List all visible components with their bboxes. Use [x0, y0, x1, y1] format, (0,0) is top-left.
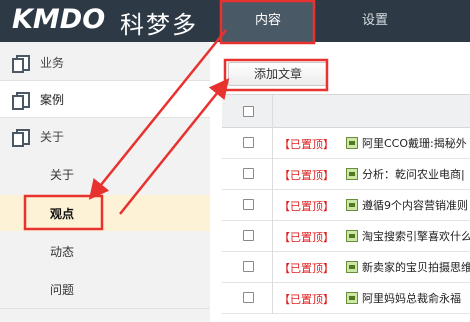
- pinned-tag: 【已置顶】: [279, 138, 334, 151]
- column-divider: [272, 283, 273, 314]
- add-article-button[interactable]: 添加文章: [228, 62, 328, 86]
- divider: [0, 308, 210, 309]
- tab-more[interactable]: [430, 0, 470, 42]
- column-divider: [272, 159, 273, 190]
- column-divider: [272, 221, 273, 252]
- sidebar: 业务 案例 关于 关于 观点 动态 问题: [0, 42, 210, 322]
- sidebar-subitem-label: 观点: [50, 207, 75, 221]
- article-title-link[interactable]: 遵循9个内容营销准则: [362, 197, 470, 213]
- pinned-tag: 【已置顶】: [279, 231, 334, 244]
- logo: KMDO 科梦多: [0, 0, 212, 42]
- article-image-icon: [346, 261, 358, 273]
- sidebar-item-about-section[interactable]: 关于: [0, 118, 210, 154]
- table-row[interactable]: 【已置顶】 阿里妈妈总裁俞永福: [222, 283, 470, 314]
- sidebar-item-cases[interactable]: 案例: [0, 81, 210, 117]
- table-row[interactable]: 【已置顶】 分析：乾问农业电商|: [222, 159, 470, 190]
- article-title-link[interactable]: 新卖家的宝贝拍摄思维: [362, 259, 470, 275]
- app-window: KMDO 科梦多 内容 设置 业务 案例 关于 关于 观点 动态 问题 添加文章…: [0, 0, 470, 322]
- sidebar-subitem-questions[interactable]: 问题: [0, 271, 210, 307]
- tab-content[interactable]: 内容: [222, 0, 314, 42]
- table-row[interactable]: 【已置顶】 淘宝搜索引擎喜欢什么: [222, 221, 470, 252]
- row-checkbox[interactable]: [243, 168, 254, 179]
- select-all-checkbox[interactable]: [243, 106, 254, 117]
- sidebar-item-label: 业务: [40, 56, 65, 70]
- document-icon: [12, 129, 30, 147]
- pinned-tag: 【已置顶】: [279, 293, 334, 306]
- article-title-link[interactable]: 淘宝搜索引擎喜欢什么: [362, 228, 470, 244]
- row-checkbox[interactable]: [243, 230, 254, 241]
- logo-brand-text: KMDO: [12, 4, 106, 35]
- column-divider: [272, 128, 273, 159]
- article-image-icon: [346, 292, 358, 304]
- column-divider: [272, 252, 273, 283]
- sidebar-item-label: 案例: [40, 93, 65, 107]
- column-divider: [272, 190, 273, 221]
- sidebar-subitem-label: 动态: [50, 245, 75, 259]
- article-title-link[interactable]: 阿里妈妈总裁俞永福: [362, 290, 470, 306]
- pinned-tag: 【已置顶】: [279, 262, 334, 275]
- article-title-link[interactable]: 阿里CCO戴珊:揭秘外: [362, 135, 470, 151]
- pinned-tag: 【已置顶】: [279, 200, 334, 213]
- article-image-icon: [346, 137, 358, 149]
- row-checkbox[interactable]: [243, 137, 254, 148]
- table-row[interactable]: 【已置顶】 遵循9个内容营销准则: [222, 190, 470, 221]
- article-image-icon: [346, 199, 358, 211]
- sidebar-item-business[interactable]: 业务: [0, 44, 210, 80]
- table-row[interactable]: 【已置顶】 阿里CCO戴珊:揭秘外: [222, 128, 470, 159]
- row-checkbox[interactable]: [243, 292, 254, 303]
- top-nav-bar: KMDO 科梦多 内容 设置: [0, 0, 470, 42]
- article-image-icon: [346, 168, 358, 180]
- sidebar-subitem-label: 问题: [50, 283, 75, 297]
- sidebar-subitem-news[interactable]: 动态: [0, 233, 210, 269]
- article-image-icon: [346, 230, 358, 242]
- sidebar-item-label: 关于: [40, 130, 65, 144]
- main-content: 添加文章 【已置顶】 阿里CCO戴珊:揭秘外 【已置顶】 分析：乾问农业电商|: [210, 42, 470, 322]
- sidebar-subitem-viewpoints[interactable]: 观点: [0, 195, 210, 231]
- tab-settings[interactable]: 设置: [330, 0, 420, 42]
- row-checkbox[interactable]: [243, 199, 254, 210]
- document-icon: [12, 92, 30, 110]
- article-title-link[interactable]: 分析：乾问农业电商|: [362, 166, 470, 182]
- logo-chinese-text: 科梦多: [120, 11, 198, 39]
- row-checkbox[interactable]: [243, 261, 254, 272]
- sidebar-subitem-label: 关于: [50, 168, 75, 182]
- sidebar-subitem-about[interactable]: 关于: [0, 156, 210, 192]
- table-header: [222, 94, 470, 129]
- table-row[interactable]: 【已置顶】 新卖家的宝贝拍摄思维: [222, 252, 470, 283]
- document-icon: [12, 55, 30, 73]
- column-divider: [272, 95, 273, 129]
- pinned-tag: 【已置顶】: [279, 169, 334, 182]
